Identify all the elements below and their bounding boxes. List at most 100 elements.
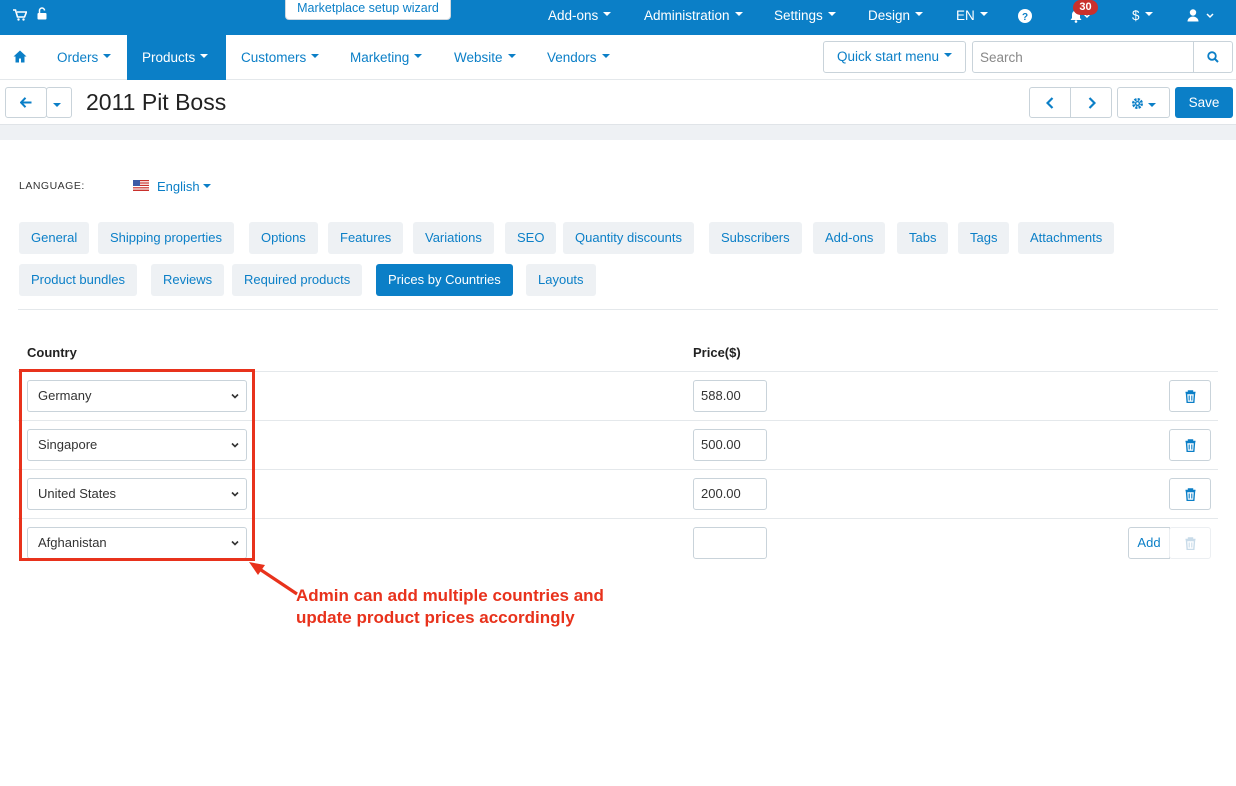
topnav-language[interactable]: EN	[956, 8, 988, 23]
header-divider	[0, 124, 1236, 140]
tabs-divider	[18, 309, 1218, 310]
mainnav-website[interactable]: Website	[454, 35, 516, 80]
chevron-down-icon	[103, 54, 112, 59]
mainnav-vendors-label: Vendors	[547, 50, 597, 65]
top-bar: Marketplace setup wizard Add-ons Adminis…	[0, 0, 1236, 35]
arrow-left-icon	[20, 97, 32, 108]
home-icon[interactable]	[13, 50, 27, 63]
column-header-country: Country	[27, 345, 77, 360]
language-label: LANGUAGE:	[19, 180, 85, 192]
tab-addons[interactable]: Add-ons	[813, 222, 886, 254]
tab-quantity-discounts[interactable]: Quantity discounts	[563, 222, 694, 254]
trash-icon	[1185, 537, 1196, 550]
back-history-dropdown[interactable]	[46, 87, 72, 118]
cart-icon[interactable]	[13, 9, 28, 24]
mainnav-customers[interactable]: Customers	[241, 35, 320, 80]
chevron-down-icon	[507, 54, 516, 59]
chevron-down-icon	[200, 54, 209, 59]
trash-icon	[1185, 488, 1196, 501]
marketplace-setup-wizard-button[interactable]: Marketplace setup wizard	[285, 0, 451, 20]
chevron-down-icon	[603, 12, 612, 17]
chevron-down-icon	[944, 53, 953, 58]
gear-icon	[1132, 98, 1143, 109]
unlock-icon[interactable]	[37, 7, 47, 23]
tab-general[interactable]: General	[19, 222, 90, 254]
currency-label: $	[1132, 8, 1140, 23]
trash-icon	[1185, 439, 1196, 452]
mainnav-orders[interactable]: Orders	[57, 35, 112, 80]
tab-required-products[interactable]: Required products	[232, 264, 363, 296]
topnav-language-label: EN	[956, 8, 975, 23]
new-price-input[interactable]	[693, 527, 767, 559]
price-input[interactable]: 200.00	[693, 478, 767, 510]
search-button[interactable]	[1193, 41, 1233, 73]
search-input[interactable]	[972, 41, 1194, 73]
tab-features[interactable]: Features	[328, 222, 404, 254]
topnav-settings[interactable]: Settings	[774, 8, 836, 23]
annotation-line-2: update product prices accordingly	[296, 608, 575, 627]
tab-variations[interactable]: Variations	[413, 222, 494, 254]
topnav-administration[interactable]: Administration	[644, 8, 743, 23]
mainnav-products-label: Products	[142, 50, 196, 65]
price-input[interactable]: 500.00	[693, 429, 767, 461]
chevron-down-icon	[1148, 103, 1156, 107]
currency-selector[interactable]: $	[1132, 8, 1153, 23]
mainnav-vendors[interactable]: Vendors	[547, 35, 610, 80]
column-header-price: Price($)	[693, 345, 741, 360]
previous-product-button[interactable]	[1029, 87, 1071, 118]
price-input[interactable]: 588.00	[693, 380, 767, 412]
tab-tabs[interactable]: Tabs	[897, 222, 949, 254]
add-row-button[interactable]: Add	[1128, 527, 1170, 559]
delete-row-button[interactable]	[1169, 380, 1211, 412]
delete-row-button[interactable]	[1169, 429, 1211, 461]
mainnav-customers-label: Customers	[241, 50, 307, 65]
topnav-design-label: Design	[868, 8, 911, 23]
chevron-down-icon	[414, 54, 423, 59]
tab-shipping-properties[interactable]: Shipping properties	[98, 222, 235, 254]
tab-reviews[interactable]: Reviews	[151, 264, 225, 296]
topnav-design[interactable]: Design	[868, 8, 924, 23]
settings-dropdown-button[interactable]	[1117, 87, 1170, 118]
next-product-button[interactable]	[1070, 87, 1112, 118]
mainnav-marketing-label: Marketing	[350, 50, 410, 65]
annotation-line-1: Admin can add multiple countries and	[296, 586, 604, 605]
notification-count-badge: 30	[1073, 0, 1098, 15]
quick-start-label: Quick start menu	[836, 49, 940, 64]
tab-subscribers[interactable]: Subscribers	[709, 222, 802, 254]
mainnav-website-label: Website	[454, 50, 503, 65]
mainnav-products[interactable]: Products	[127, 35, 226, 80]
save-button[interactable]: Save	[1175, 87, 1233, 118]
chevron-down-icon	[311, 54, 320, 59]
delete-new-row-button	[1169, 527, 1211, 559]
tab-tags[interactable]: Tags	[958, 222, 1010, 254]
tab-prices-by-countries[interactable]: Prices by Countries	[376, 264, 513, 296]
chevron-down-icon	[601, 54, 610, 59]
annotation-highlight-box	[19, 369, 255, 561]
chevron-down-icon	[915, 12, 924, 17]
tab-options[interactable]: Options	[249, 222, 318, 254]
chevron-down-icon	[1144, 12, 1153, 17]
annotation-text: Admin can add multiple countries and upd…	[296, 585, 604, 629]
tab-layouts[interactable]: Layouts	[526, 264, 596, 296]
user-icon[interactable]	[1187, 9, 1215, 25]
chevron-down-icon	[827, 12, 836, 17]
mainnav-marketing[interactable]: Marketing	[350, 35, 423, 80]
tab-product-bundles[interactable]: Product bundles	[19, 264, 137, 296]
svg-text:?: ?	[1022, 12, 1028, 23]
chevron-right-icon	[1088, 97, 1096, 109]
topnav-addons-label: Add-ons	[548, 8, 599, 23]
tab-seo[interactable]: SEO	[505, 222, 557, 254]
chevron-down-icon	[734, 12, 743, 17]
language-selector[interactable]: English	[157, 179, 211, 194]
back-button[interactable]	[5, 87, 47, 118]
help-icon[interactable]: ?	[1018, 9, 1032, 26]
search-icon	[1207, 51, 1219, 63]
chevron-down-icon	[53, 103, 61, 107]
tab-attachments[interactable]: Attachments	[1018, 222, 1115, 254]
topnav-settings-label: Settings	[774, 8, 823, 23]
delete-row-button[interactable]	[1169, 478, 1211, 510]
trash-icon	[1185, 390, 1196, 403]
quick-start-menu-button[interactable]: Quick start menu	[823, 41, 966, 73]
topnav-addons[interactable]: Add-ons	[548, 8, 612, 23]
chevron-down-icon	[202, 183, 211, 188]
